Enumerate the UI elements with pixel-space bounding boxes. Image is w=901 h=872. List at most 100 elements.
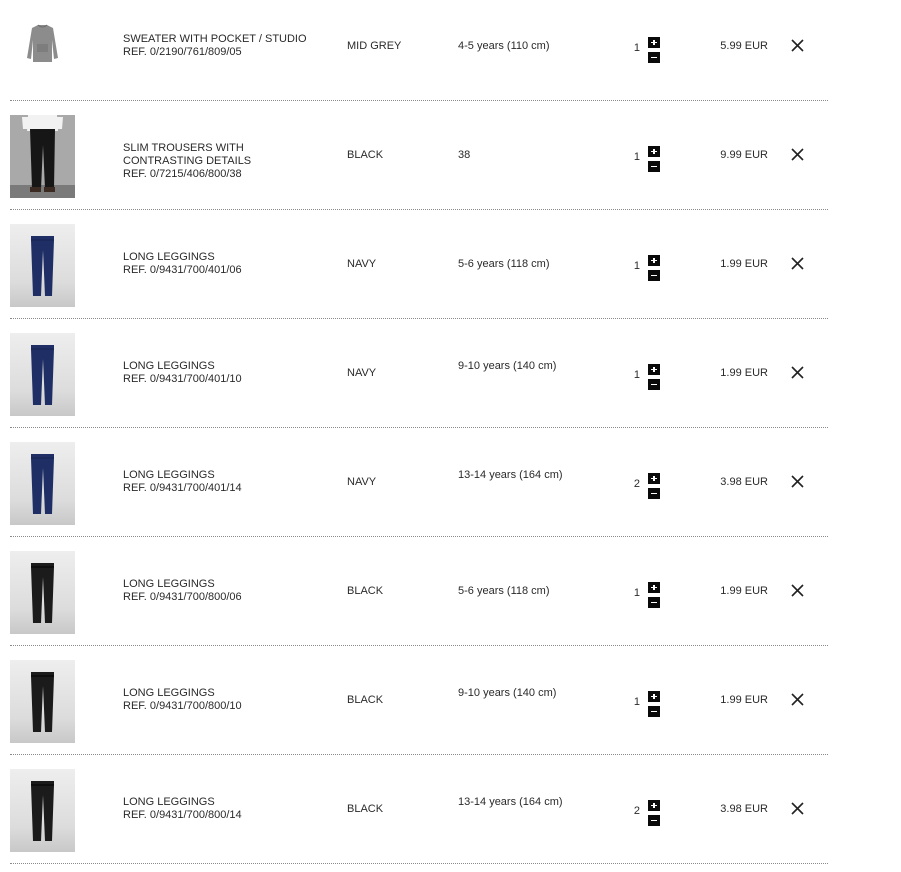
remove-item-button[interactable] xyxy=(790,365,805,380)
minus-icon xyxy=(651,384,657,385)
remove-item-button[interactable] xyxy=(790,38,805,53)
product-name-block: LONG LEGGINGS REF. 0/9431/700/401/10 xyxy=(123,360,318,386)
product-name[interactable]: LONG LEGGINGS xyxy=(123,687,318,700)
row-divider xyxy=(10,645,828,646)
cart-row: LONG LEGGINGS REF. 0/9431/700/800/06 BLA… xyxy=(0,545,901,654)
product-color: BLACK xyxy=(347,694,384,706)
product-name-block: SLIM TROUSERS WITH CONTRASTING DETAILS R… xyxy=(123,142,318,181)
line-price: 3.98 EUR xyxy=(720,476,768,488)
cart-row: LONG LEGGINGS REF. 0/9431/700/800/14 BLA… xyxy=(0,763,901,872)
remove-item-button[interactable] xyxy=(790,801,805,816)
model-photo xyxy=(10,115,75,198)
line-price: 1.99 EUR xyxy=(720,367,768,379)
product-name[interactable]: SLIM TROUSERS WITH CONTRASTING DETAILS xyxy=(123,142,318,168)
cart-item-list: SWEATER WITH POCKET / STUDIO REF. 0/2190… xyxy=(0,0,901,872)
product-thumbnail-grey-sweater[interactable] xyxy=(10,6,75,89)
product-thumbnail-black-leggings[interactable] xyxy=(10,769,75,852)
product-color: MID GREY xyxy=(347,40,402,52)
product-size: 9-10 years (140 cm) xyxy=(458,687,557,699)
product-size: 5-6 years (118 cm) xyxy=(458,585,550,597)
product-ref: REF. 0/9431/700/800/14 xyxy=(123,809,242,821)
decrease-quantity-button[interactable] xyxy=(648,379,660,390)
row-divider xyxy=(10,209,828,210)
close-icon xyxy=(791,584,804,597)
leggings-image xyxy=(31,454,54,514)
product-thumbnail-navy-leggings[interactable] xyxy=(10,442,75,525)
increase-quantity-button[interactable] xyxy=(648,800,660,811)
quantity-value: 2 xyxy=(633,805,640,817)
product-thumbnail-black-leggings[interactable] xyxy=(10,551,75,634)
increase-quantity-button[interactable] xyxy=(648,37,660,48)
product-thumbnail-navy-leggings[interactable] xyxy=(10,333,75,416)
decrease-quantity-button[interactable] xyxy=(648,52,660,63)
row-divider xyxy=(10,318,828,319)
row-divider xyxy=(10,754,828,755)
cart-row: LONG LEGGINGS REF. 0/9431/700/401/06 NAV… xyxy=(0,218,901,327)
product-thumbnail-navy-leggings[interactable] xyxy=(10,224,75,307)
line-price: 3.98 EUR xyxy=(720,803,768,815)
decrease-quantity-button[interactable] xyxy=(648,488,660,499)
remove-item-button[interactable] xyxy=(790,692,805,707)
minus-icon xyxy=(651,602,657,603)
increase-quantity-button[interactable] xyxy=(648,146,660,157)
product-color: BLACK xyxy=(347,149,384,161)
remove-item-button[interactable] xyxy=(790,256,805,271)
product-thumbnail-black-leggings[interactable] xyxy=(10,660,75,743)
increase-quantity-button[interactable] xyxy=(648,582,660,593)
leggings-image xyxy=(31,563,54,623)
product-thumbnail-black-trousers[interactable] xyxy=(10,115,75,198)
product-name-block: LONG LEGGINGS REF. 0/9431/700/800/10 xyxy=(123,687,318,713)
product-name[interactable]: LONG LEGGINGS xyxy=(123,251,318,264)
product-ref: REF. 0/9431/700/401/14 xyxy=(123,482,242,494)
increase-quantity-button[interactable] xyxy=(648,255,660,266)
remove-item-button[interactable] xyxy=(790,583,805,598)
quantity-value: 1 xyxy=(633,151,640,163)
close-icon xyxy=(791,148,804,161)
cart-row: LONG LEGGINGS REF. 0/9431/700/401/10 NAV… xyxy=(0,327,901,436)
product-size: 4-5 years (110 cm) xyxy=(458,40,550,52)
close-icon xyxy=(791,802,804,815)
increase-quantity-button[interactable] xyxy=(648,364,660,375)
product-color: NAVY xyxy=(347,258,377,270)
minus-icon xyxy=(651,820,657,821)
close-icon xyxy=(791,39,804,52)
product-ref: REF. 0/9431/700/401/10 xyxy=(123,373,242,385)
product-name[interactable]: SWEATER WITH POCKET / STUDIO xyxy=(123,33,318,46)
leggings-image xyxy=(31,781,54,841)
product-name-block: LONG LEGGINGS REF. 0/9431/700/401/06 xyxy=(123,251,318,277)
product-name[interactable]: LONG LEGGINGS xyxy=(123,578,318,591)
product-name-block: LONG LEGGINGS REF. 0/9431/700/800/06 xyxy=(123,578,318,604)
leggings-image xyxy=(31,345,54,405)
product-name[interactable]: LONG LEGGINGS xyxy=(123,469,318,482)
minus-icon xyxy=(651,711,657,712)
product-size: 38 xyxy=(458,149,471,161)
product-color: NAVY xyxy=(347,367,377,379)
cart-row: SWEATER WITH POCKET / STUDIO REF. 0/2190… xyxy=(0,0,901,109)
cart-row: LONG LEGGINGS REF. 0/9431/700/401/14 NAV… xyxy=(0,436,901,545)
close-icon xyxy=(791,693,804,706)
quantity-value: 1 xyxy=(633,696,640,708)
remove-item-button[interactable] xyxy=(790,147,805,162)
decrease-quantity-button[interactable] xyxy=(648,270,660,281)
decrease-quantity-button[interactable] xyxy=(648,706,660,717)
product-ref: REF. 0/9431/700/800/06 xyxy=(123,591,242,603)
quantity-value: 1 xyxy=(633,260,640,272)
increase-quantity-button[interactable] xyxy=(648,473,660,484)
product-size: 13-14 years (164 cm) xyxy=(458,796,563,808)
decrease-quantity-button[interactable] xyxy=(648,815,660,826)
product-size: 13-14 years (164 cm) xyxy=(458,469,563,481)
decrease-quantity-button[interactable] xyxy=(648,597,660,608)
product-ref: REF. 0/9431/700/401/06 xyxy=(123,264,242,276)
line-price: 1.99 EUR xyxy=(720,258,768,270)
product-name[interactable]: LONG LEGGINGS xyxy=(123,796,318,809)
minus-icon xyxy=(651,57,657,58)
product-name-block: LONG LEGGINGS REF. 0/9431/700/800/14 xyxy=(123,796,318,822)
product-name[interactable]: LONG LEGGINGS xyxy=(123,360,318,373)
product-name-block: SWEATER WITH POCKET / STUDIO REF. 0/2190… xyxy=(123,33,318,59)
increase-quantity-button[interactable] xyxy=(648,691,660,702)
line-price: 1.99 EUR xyxy=(720,585,768,597)
decrease-quantity-button[interactable] xyxy=(648,161,660,172)
row-divider xyxy=(10,863,828,864)
close-icon xyxy=(791,366,804,379)
remove-item-button[interactable] xyxy=(790,474,805,489)
